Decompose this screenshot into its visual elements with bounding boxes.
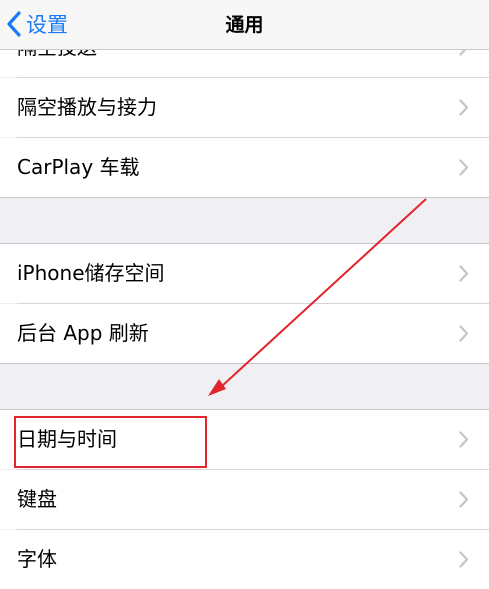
settings-row-carplay[interactable]: CarPlay 车载 — [0, 138, 489, 197]
chevron-right-icon — [459, 159, 469, 176]
row-label: 隔空播放与接力 — [17, 95, 157, 119]
settings-row-background-refresh[interactable]: 后台 App 刷新 — [0, 304, 489, 363]
settings-row-airplay-handoff[interactable]: 隔空播放与接力 — [0, 78, 489, 137]
chevron-right-icon — [459, 325, 469, 342]
settings-row-iphone-storage[interactable]: iPhone储存空间 — [0, 244, 489, 303]
settings-row-keyboard[interactable]: 键盘 — [0, 470, 489, 529]
row-label: iPhone储存空间 — [17, 261, 165, 285]
page-title: 通用 — [225, 14, 264, 36]
chevron-right-icon — [459, 265, 469, 282]
row-label: CarPlay 车载 — [17, 155, 140, 179]
row-label: 键盘 — [17, 487, 57, 511]
row-label: 后台 App 刷新 — [17, 321, 149, 345]
general-settings-screen: 隔空投送 隔空播放与接力 CarPlay 车载 iPhone储存空间 后台 Ap… — [0, 0, 489, 589]
row-label: 字体 — [17, 547, 57, 571]
group-spacer — [0, 364, 489, 409]
chevron-right-icon — [459, 431, 469, 448]
chevron-right-icon — [459, 99, 469, 116]
group-spacer — [0, 198, 489, 243]
chevron-right-icon — [459, 551, 469, 568]
highlight-box — [14, 416, 207, 468]
chevron-right-icon — [459, 491, 469, 508]
navigation-bar: 设置 通用 — [0, 0, 489, 50]
settings-row-fonts[interactable]: 字体 — [0, 530, 489, 589]
